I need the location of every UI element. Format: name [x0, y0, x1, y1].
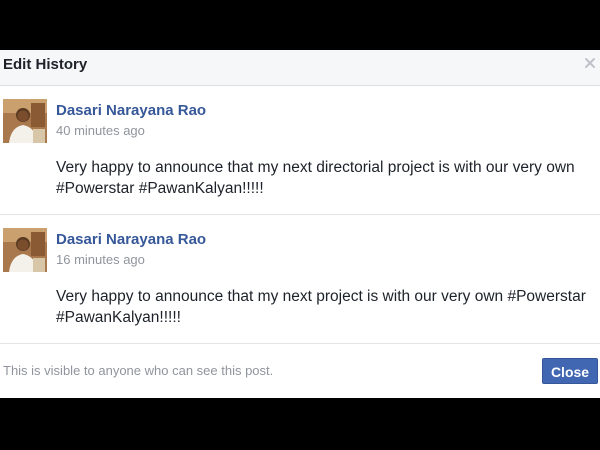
dialog-header: Edit History: [0, 50, 600, 86]
timestamp[interactable]: 16 minutes ago: [56, 252, 145, 267]
author-name[interactable]: Dasari Narayana Rao: [56, 231, 206, 248]
author-name[interactable]: Dasari Narayana Rao: [56, 102, 206, 119]
edit-history-dialog: Edit History Dasari Narayana Rao 40 minu…: [0, 50, 600, 398]
dialog-title: Edit History: [3, 56, 88, 73]
close-x-icon[interactable]: [583, 56, 597, 70]
avatar[interactable]: [3, 99, 47, 143]
avatar[interactable]: [3, 228, 47, 272]
timestamp[interactable]: 40 minutes ago: [56, 123, 145, 138]
divider: [0, 214, 600, 215]
divider: [0, 343, 600, 344]
letterbox-bottom: [0, 398, 600, 450]
letterbox-top: [0, 0, 600, 50]
visibility-note: This is visible to anyone who can see th…: [3, 363, 274, 378]
post-text: Very happy to announce that my next dire…: [56, 159, 575, 197]
close-button[interactable]: Close: [542, 358, 598, 384]
post-text: Very happy to announce that my next proj…: [56, 288, 586, 326]
